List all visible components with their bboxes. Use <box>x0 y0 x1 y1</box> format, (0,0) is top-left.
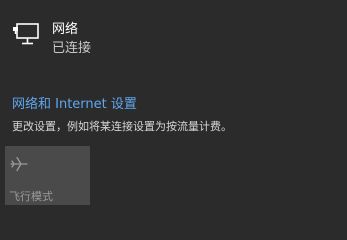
network-internet-settings-link[interactable]: 网络和 Internet 设置 <box>12 96 137 114</box>
network-item-ethernet[interactable]: 网络 已连接 <box>0 10 347 62</box>
network-status: 已连接 <box>52 41 92 56</box>
airplane-mode-label: 飞行模式 <box>9 190 53 203</box>
ethernet-monitor-icon <box>12 22 40 48</box>
network-name: 网络 <box>52 22 79 37</box>
airplane-mode-toggle[interactable]: 飞行模式 <box>5 146 90 205</box>
settings-description: 更改设置，例如将某连接设置为按流量计费。 <box>12 120 232 133</box>
network-flyout: 网络 已连接 网络和 Internet 设置 更改设置，例如将某连接设置为按流量… <box>0 0 347 205</box>
airplane-icon <box>10 155 28 173</box>
